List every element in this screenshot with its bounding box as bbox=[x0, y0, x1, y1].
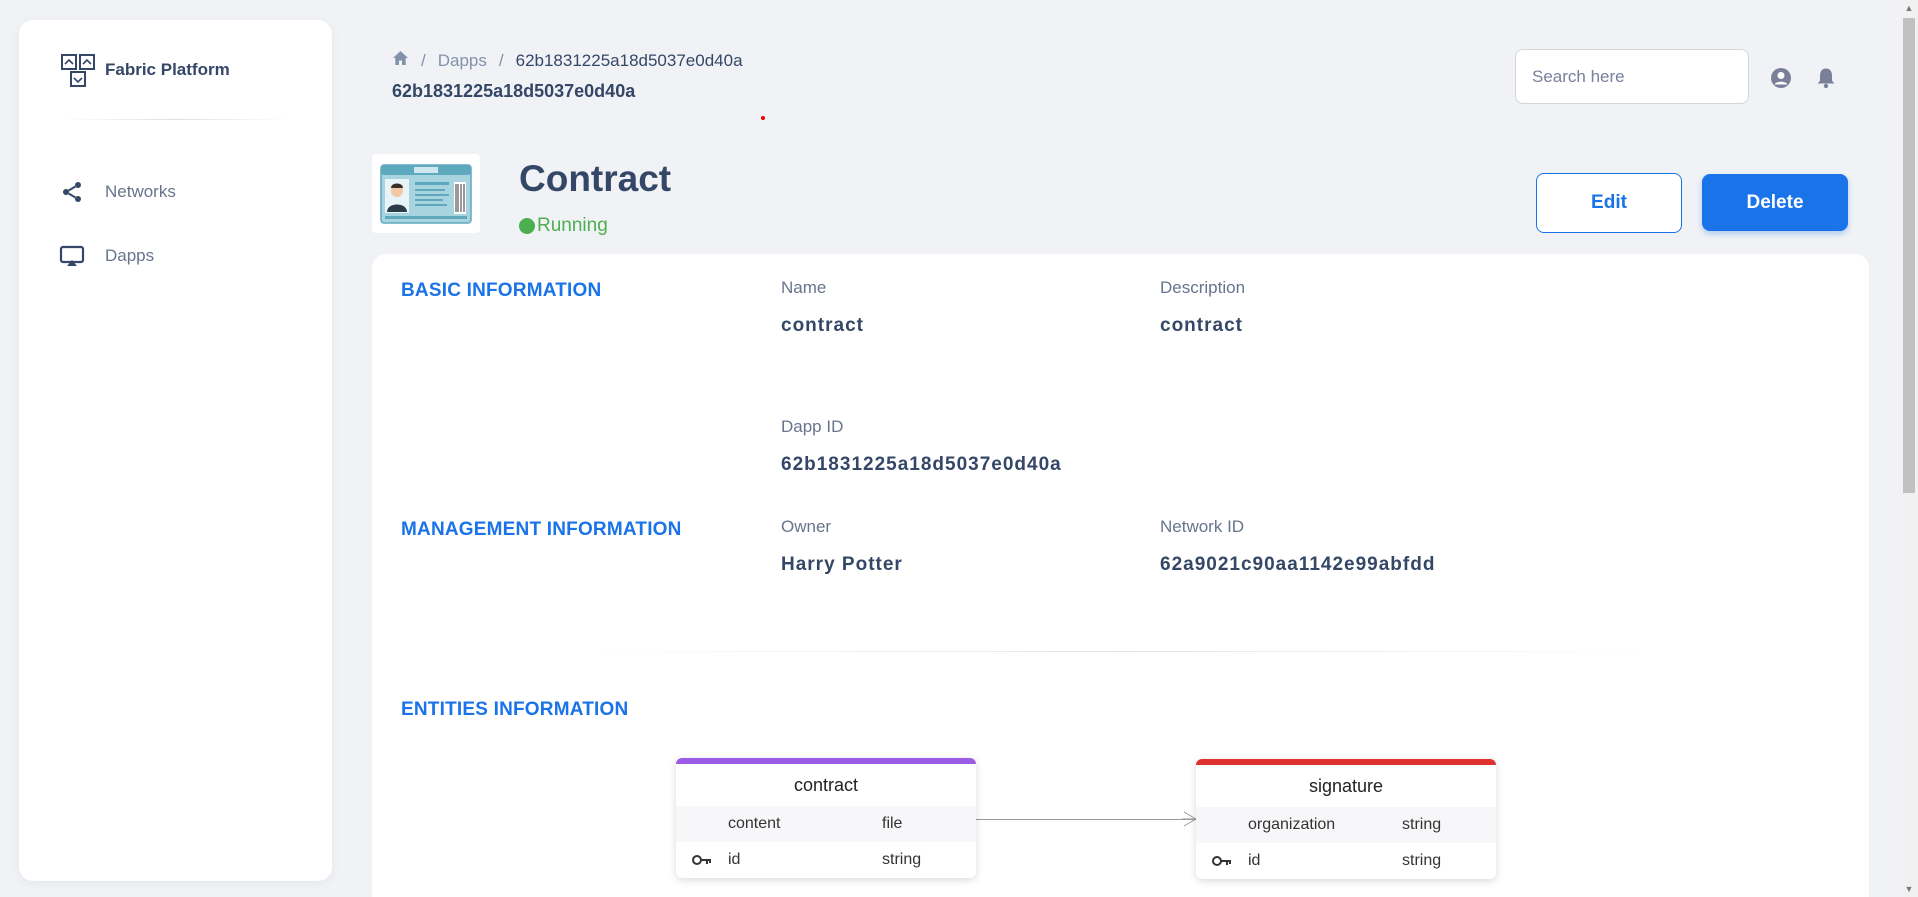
owner-value: Harry Potter bbox=[781, 554, 903, 575]
owner-label: Owner bbox=[781, 517, 832, 536]
entity-name: contract bbox=[676, 764, 976, 806]
relation-line bbox=[975, 819, 1196, 820]
network-id-label: Network ID bbox=[1160, 517, 1245, 536]
details-card: BASIC INFORMATION Name contract Descript… bbox=[372, 254, 1869, 897]
delete-button[interactable]: Delete bbox=[1702, 174, 1848, 231]
brand-name: Fabric Platform bbox=[105, 60, 230, 79]
breadcrumb-separator: / bbox=[498, 50, 504, 70]
entity-field-row: id string bbox=[1196, 843, 1496, 879]
entity-field-row: content file bbox=[676, 806, 976, 842]
brand-logo-icon bbox=[61, 54, 95, 87]
bell-icon[interactable] bbox=[1814, 66, 1838, 90]
breadcrumb-dapps[interactable]: Dapps bbox=[438, 51, 487, 71]
field-name: id bbox=[728, 851, 741, 868]
breadcrumb-separator: / bbox=[421, 50, 426, 70]
id-card-icon bbox=[380, 163, 472, 224]
entity-card-signature[interactable]: signature organization string id string bbox=[1196, 759, 1496, 879]
search-input[interactable] bbox=[1515, 49, 1749, 104]
name-value: contract bbox=[781, 315, 864, 336]
field-name: content bbox=[728, 815, 781, 832]
sidebar-item-networks[interactable]: Networks bbox=[59, 179, 176, 205]
sidebar-item-label: Networks bbox=[105, 182, 176, 201]
brand[interactable]: Fabric Platform bbox=[59, 51, 230, 89]
breadcrumb: / Dapps / 62b1831225a18d5037e0d40a bbox=[392, 50, 743, 71]
key-icon bbox=[1196, 856, 1248, 866]
field-name: organization bbox=[1248, 816, 1336, 833]
airplay-icon bbox=[59, 243, 85, 269]
share-icon bbox=[59, 179, 85, 205]
field-name: id bbox=[1248, 852, 1261, 869]
dapp-id-label: Dapp ID bbox=[781, 417, 844, 436]
indicator-dot bbox=[761, 116, 765, 120]
management-information-title: MANAGEMENT INFORMATION bbox=[401, 519, 682, 540]
key-icon bbox=[676, 855, 728, 865]
dapp-id-value: 62b1831225a18d5037e0d40a bbox=[781, 454, 1062, 475]
home-icon[interactable] bbox=[392, 50, 409, 71]
app-title: Contract bbox=[519, 158, 672, 199]
divider bbox=[572, 651, 1672, 652]
entity-field-row: organization string bbox=[1196, 807, 1496, 843]
field-type: string bbox=[1402, 816, 1442, 833]
edit-button[interactable]: Edit bbox=[1536, 173, 1682, 233]
scroll-down-icon[interactable]: ▼ bbox=[1904, 884, 1914, 894]
app-thumbnail bbox=[372, 154, 480, 233]
basic-information-title: BASIC INFORMATION bbox=[401, 280, 602, 301]
status-dot bbox=[519, 218, 535, 234]
account-icon[interactable] bbox=[1769, 66, 1793, 90]
status-badge: Running bbox=[519, 215, 608, 237]
scrollbar-thumb[interactable] bbox=[1903, 18, 1915, 493]
field-type: string bbox=[1402, 852, 1442, 869]
entity-field-row: id string bbox=[676, 842, 976, 878]
description-value: contract bbox=[1160, 315, 1243, 336]
page-scrollbar[interactable]: ▲ ▼ bbox=[1900, 0, 1918, 897]
status-text: Running bbox=[537, 215, 608, 236]
sidebar-divider bbox=[59, 119, 292, 120]
sidebar: Fabric Platform Networks Dapps bbox=[19, 20, 332, 881]
field-type: string bbox=[882, 851, 922, 868]
name-label: Name bbox=[781, 278, 827, 297]
description-label: Description bbox=[1160, 278, 1246, 297]
field-type: file bbox=[882, 815, 903, 832]
page-subtitle: 62b1831225a18d5037e0d40a bbox=[392, 81, 636, 101]
sidebar-item-label: Dapps bbox=[105, 246, 155, 265]
sidebar-item-dapps[interactable]: Dapps bbox=[59, 243, 154, 269]
scroll-up-icon[interactable]: ▲ bbox=[1904, 3, 1914, 13]
entities-information-title: ENTITIES INFORMATION bbox=[401, 699, 629, 720]
breadcrumb-current: 62b1831225a18d5037e0d40a bbox=[515, 50, 743, 70]
entity-card-contract[interactable]: contract content file id string bbox=[676, 758, 976, 878]
entity-name: signature bbox=[1196, 765, 1496, 807]
network-id-value: 62a9021c90aa1142e99abfdd bbox=[1160, 554, 1436, 575]
